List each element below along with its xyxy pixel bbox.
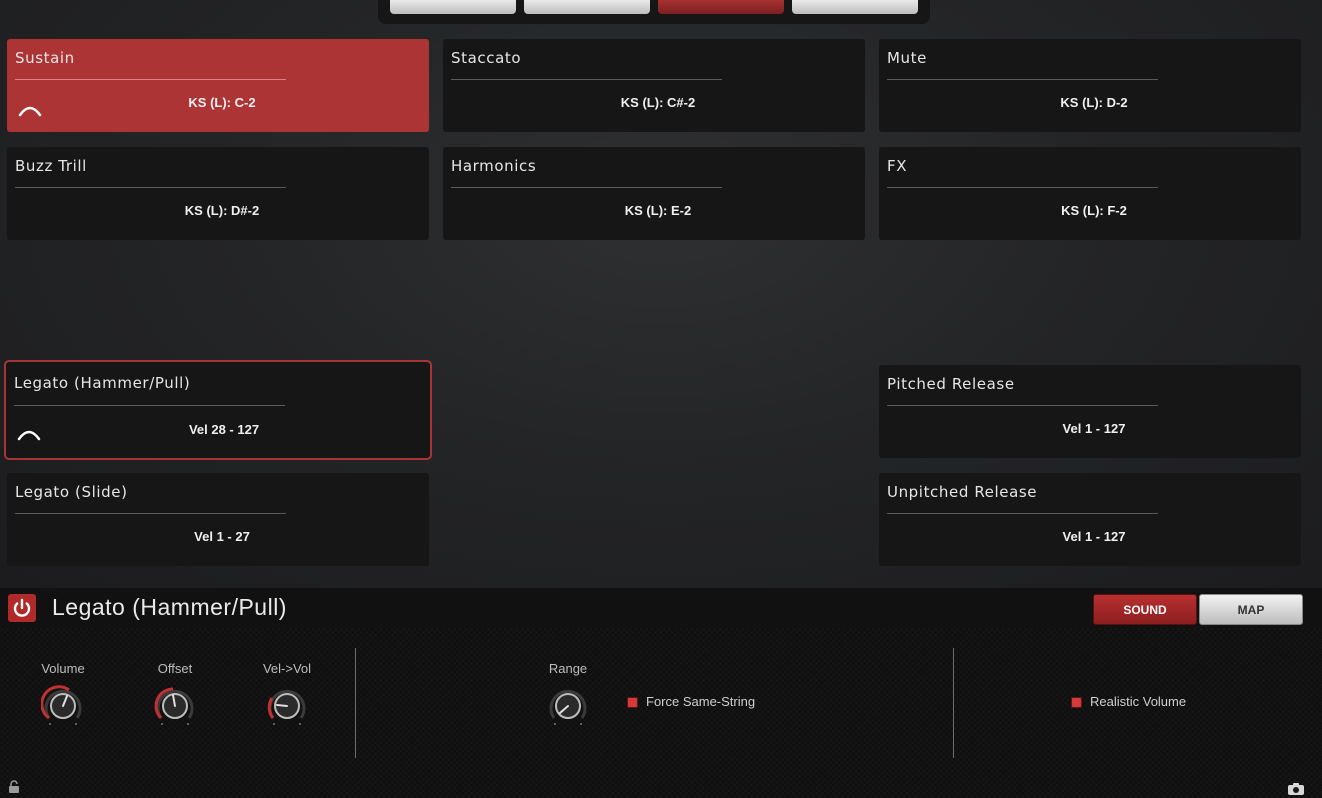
articulation-trigger: Vel 1 - 127 (1062, 529, 1126, 544)
articulation-title: Unpitched Release (887, 483, 1038, 501)
articulation-trigger: KS (L): C#-2 (620, 95, 696, 110)
articulation-card-legato-slide[interactable]: Legato (Slide) Vel 1 - 27 (7, 473, 429, 566)
divider (451, 187, 722, 188)
articulation-trigger: KS (L): C-2 (188, 95, 256, 110)
articulation-title: Staccato (451, 49, 522, 67)
divider (15, 187, 286, 188)
articulation-title: FX (887, 157, 908, 175)
articulation-title: Legato (Hammer/Pull) (14, 374, 191, 392)
top-tab-strip (378, 0, 930, 24)
controls-divider (355, 648, 356, 758)
articulation-card-harmonics[interactable]: Harmonics KS (L): E-2 (443, 147, 865, 240)
articulation-trigger: KS (L): D#-2 (184, 203, 260, 218)
articulation-card-mute[interactable]: Mute KS (L): D-2 (879, 39, 1301, 132)
range-knob[interactable] (546, 684, 590, 728)
divider (887, 187, 1158, 188)
articulation-title: Sustain (15, 49, 75, 67)
articulation-card-unpitched-release[interactable]: Unpitched Release Vel 1 - 127 (879, 473, 1301, 566)
articulation-trigger: KS (L): D-2 (1060, 95, 1128, 110)
articulation-card-pitched-release[interactable]: Pitched Release Vel 1 - 127 (879, 365, 1301, 458)
top-tab-3-active[interactable] (658, 0, 784, 14)
controls-divider (953, 648, 954, 758)
articulation-card-legato-hammer-pull[interactable]: Legato (Hammer/Pull) Vel 28 - 127 (4, 360, 432, 460)
articulation-trigger: Vel 28 - 127 (188, 422, 260, 437)
force-same-string-label: Force Same-String (646, 694, 756, 709)
realistic-volume-checkbox[interactable] (1071, 697, 1082, 708)
selected-arc-icon (17, 430, 41, 441)
divider (15, 513, 286, 514)
articulation-title: Buzz Trill (15, 157, 87, 175)
articulation-card-staccato[interactable]: Staccato KS (L): C#-2 (443, 39, 865, 132)
sound-view-button[interactable]: SOUND (1093, 594, 1197, 625)
panel-title: Legato (Hammer/Pull) (52, 594, 287, 620)
camera-icon[interactable] (1287, 782, 1305, 796)
offset-label: Offset (157, 661, 193, 676)
articulation-trigger: Vel 1 - 127 (1062, 421, 1126, 436)
range-label: Range (548, 661, 588, 676)
map-view-button[interactable]: MAP (1199, 594, 1303, 625)
articulation-title: Legato (Slide) (15, 483, 128, 501)
power-icon (13, 598, 31, 617)
divider (887, 79, 1158, 80)
realistic-volume-label: Realistic Volume (1090, 694, 1187, 709)
vel-vol-knob[interactable] (265, 684, 309, 728)
divider (451, 79, 722, 80)
articulation-title: Harmonics (451, 157, 537, 175)
articulation-trigger: KS (L): E-2 (624, 203, 692, 218)
top-tab-4[interactable] (792, 0, 918, 14)
sound-controls-panel (0, 628, 1322, 798)
articulation-trigger: Vel 1 - 27 (194, 529, 250, 544)
selected-arc-icon (18, 106, 42, 117)
articulation-title: Mute (887, 49, 927, 67)
force-same-string-checkbox[interactable] (627, 697, 638, 708)
vel-vol-label: Vel->Vol (262, 661, 312, 676)
volume-label: Volume (41, 661, 85, 676)
articulation-trigger: KS (L): F-2 (1061, 203, 1127, 218)
volume-knob[interactable] (41, 684, 85, 728)
lock-icon[interactable] (8, 780, 20, 794)
top-tab-2[interactable] (524, 0, 650, 14)
divider (15, 79, 286, 80)
divider (887, 405, 1158, 406)
articulation-card-buzz-trill[interactable]: Buzz Trill KS (L): D#-2 (7, 147, 429, 240)
offset-knob[interactable] (153, 684, 197, 728)
articulation-card-fx[interactable]: FX KS (L): F-2 (879, 147, 1301, 240)
divider (887, 513, 1158, 514)
articulation-title: Pitched Release (887, 375, 1015, 393)
articulation-card-sustain[interactable]: Sustain KS (L): C-2 (7, 39, 429, 132)
power-button[interactable] (8, 594, 36, 622)
divider (14, 405, 285, 406)
top-tab-1[interactable] (390, 0, 516, 14)
